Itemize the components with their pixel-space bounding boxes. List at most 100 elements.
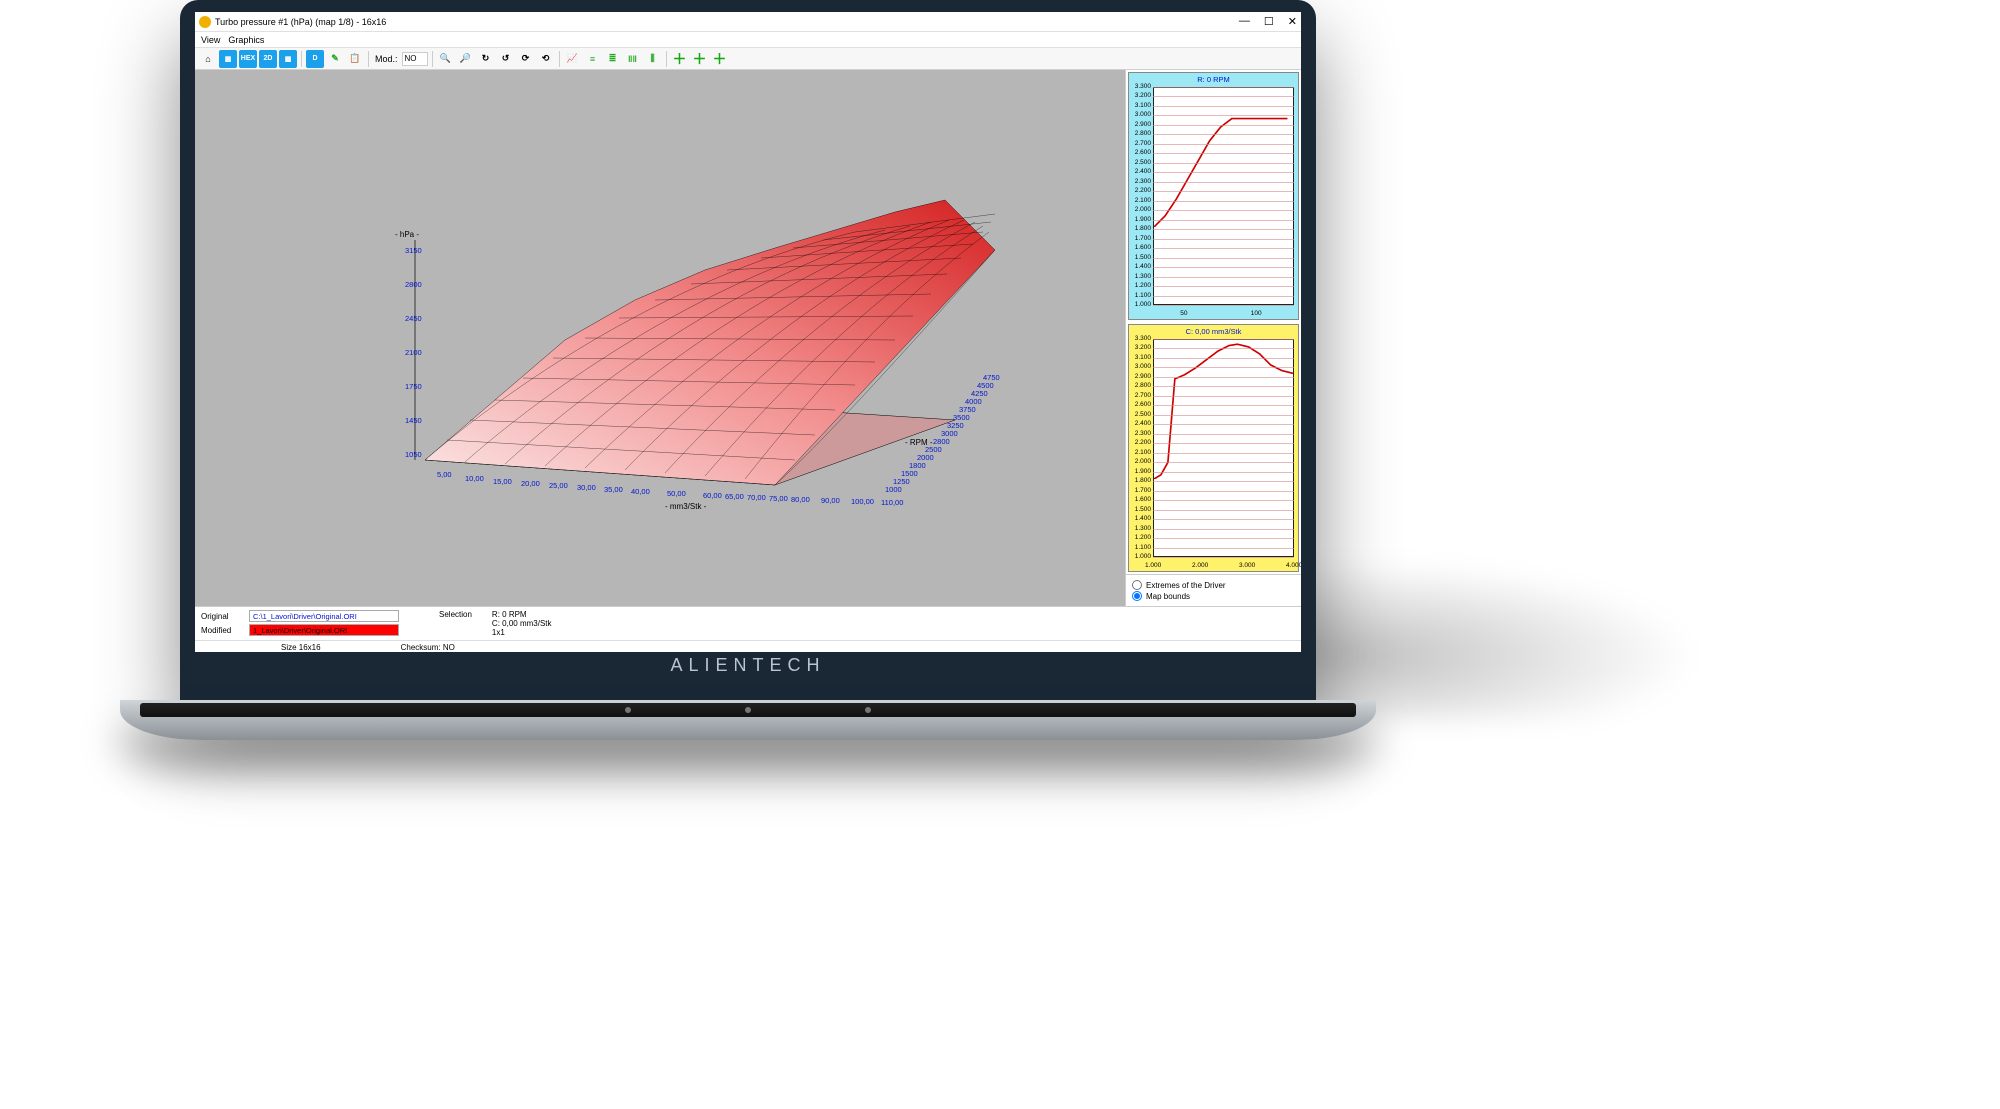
add-row-icon[interactable]: ＋ (691, 50, 709, 68)
mini-y-tick: 2.300 (1131, 430, 1151, 437)
columns-icon[interactable]: ‖‖ (624, 50, 642, 68)
z-tick: 2450 (405, 314, 422, 323)
zoom-out-icon[interactable]: 🔎 (457, 50, 475, 68)
mini-y-tick: 2.100 (1131, 197, 1151, 204)
rows-icon[interactable]: ⫼ (644, 50, 662, 68)
mini-y-tick: 3.100 (1131, 102, 1151, 109)
screen: Turbo pressure #1 (hPa) (map 1/8) - 16x1… (195, 12, 1301, 652)
mini-chart-c[interactable]: C: 0,00 mm3/Stk 3.3003.2003.1003.0002.90… (1128, 324, 1299, 572)
minimize-button[interactable]: — (1239, 15, 1250, 28)
y-tick: 3500 (953, 413, 970, 422)
menu-graphics[interactable]: Graphics (228, 35, 264, 45)
mini-y-tick: 2.400 (1131, 168, 1151, 175)
original-path[interactable]: C:\1_Lavori\Driver\Original.ORI (249, 610, 399, 622)
add-point-icon[interactable]: ＋ (671, 50, 689, 68)
clipboard-icon[interactable]: 📋 (346, 50, 364, 68)
x-tick: 5,00 (437, 470, 452, 479)
view-hex-button[interactable]: HEX (239, 50, 257, 68)
app-icon (199, 16, 211, 28)
mini-y-tick: 2.100 (1131, 449, 1151, 456)
mini-y-tick: 2.900 (1131, 121, 1151, 128)
mini-y-tick: 1.500 (1131, 254, 1151, 261)
edit-pencil-icon[interactable]: ✎ (326, 50, 344, 68)
mini-y-tick: 1.000 (1131, 301, 1151, 308)
mini-y-tick: 1.500 (1131, 506, 1151, 513)
zoom-in-icon[interactable]: 🔍 (437, 50, 455, 68)
original-label: Original (201, 612, 245, 621)
radio-map-bounds-input[interactable] (1132, 591, 1142, 601)
mini-y-tick: 2.800 (1131, 382, 1151, 389)
mini-y-tick: 2.000 (1131, 458, 1151, 465)
mini-y-tick: 1.300 (1131, 525, 1151, 532)
view-2d-button[interactable]: 2D (259, 50, 277, 68)
home-icon[interactable]: ⌂ (199, 50, 217, 68)
z-tick: 2800 (405, 280, 422, 289)
y-tick: 4750 (983, 373, 1000, 382)
radio-extremes-input[interactable] (1132, 580, 1142, 590)
trend-icon[interactable]: 📈 (564, 50, 582, 68)
data-d-button[interactable]: D (306, 50, 324, 68)
x-tick: 80,00 (791, 495, 810, 504)
x-tick: 75,00 (769, 494, 788, 503)
3d-viewport[interactable]: - hPa - - mm3/Stk - - RPM - 3150 2800 24… (195, 70, 1125, 606)
bottom-panel: Original C:\1_Lavori\Driver\Original.ORI… (195, 606, 1301, 652)
mini-y-tick: 2.500 (1131, 411, 1151, 418)
radio-map-bounds-label: Map bounds (1146, 592, 1190, 601)
mini-y-tick: 1.600 (1131, 244, 1151, 251)
mini-y-tick: 2.500 (1131, 159, 1151, 166)
laptop-brand: ALIENTECH (180, 655, 1316, 676)
y-tick: 4000 (965, 397, 982, 406)
mini-y-tick: 2.700 (1131, 392, 1151, 399)
mini-y-tick: 2.200 (1131, 439, 1151, 446)
mini-y-tick: 3.200 (1131, 344, 1151, 351)
mini-y-tick: 1.300 (1131, 273, 1151, 280)
mini-y-tick: 1.800 (1131, 225, 1151, 232)
mini-y-tick: 2.400 (1131, 420, 1151, 427)
x-tick: 60,00 (703, 491, 722, 500)
bounds-radio-group: Extremes of the Driver Map bounds (1126, 574, 1301, 606)
z-tick: 1750 (405, 382, 422, 391)
rotate-ccw-icon[interactable]: ↺ (497, 50, 515, 68)
tilt-up-icon[interactable]: ⟳ (517, 50, 535, 68)
selection-range: 1x1 (492, 628, 552, 637)
radio-extremes-label: Extremes of the Driver (1146, 581, 1226, 590)
y-tick: 2500 (925, 445, 942, 454)
mini-y-tick: 3.000 (1131, 111, 1151, 118)
mod-label: Mod.: (375, 54, 398, 64)
x-tick: 25,00 (549, 481, 568, 490)
mini-y-tick: 2.700 (1131, 140, 1151, 147)
mod-field[interactable] (402, 52, 428, 66)
mini-y-tick: 3.300 (1131, 83, 1151, 90)
maximize-button[interactable]: ☐ (1264, 15, 1274, 28)
rotate-cw-icon[interactable]: ↻ (477, 50, 495, 68)
mini-chart-r-title: R: 0 RPM (1129, 73, 1298, 86)
x-tick: 40,00 (631, 487, 650, 496)
z-axis-label: - hPa - (395, 230, 419, 239)
view-3d-button[interactable]: ▩ (279, 50, 297, 68)
x-tick: 15,00 (493, 477, 512, 486)
view-table-button[interactable]: ▦ (219, 50, 237, 68)
close-button[interactable]: ✕ (1288, 15, 1297, 28)
mini-y-tick: 1.900 (1131, 468, 1151, 475)
add-col-icon[interactable]: ＋ (711, 50, 729, 68)
radio-map-bounds[interactable]: Map bounds (1132, 591, 1295, 601)
mini-y-tick: 1.900 (1131, 216, 1151, 223)
modified-label: Modified (201, 626, 245, 635)
tilt-down-icon[interactable]: ⟲ (537, 50, 555, 68)
mini-y-tick: 1.000 (1131, 553, 1151, 560)
x-tick: 20,00 (521, 479, 540, 488)
y-tick: 1250 (893, 477, 910, 486)
radio-extremes[interactable]: Extremes of the Driver (1132, 580, 1295, 590)
menu-view[interactable]: View (201, 35, 220, 45)
align-right-icon[interactable]: ≣ (604, 50, 622, 68)
mini-y-tick: 2.600 (1131, 401, 1151, 408)
mini-y-tick: 1.100 (1131, 544, 1151, 551)
align-left-icon[interactable]: ≡ (584, 50, 602, 68)
modified-path[interactable]: 1_Lavori\Driver\Original.ORI (249, 624, 399, 636)
mini-x-tick: 100 (1251, 310, 1262, 317)
x-tick: 35,00 (604, 485, 623, 494)
mini-y-tick: 2.900 (1131, 373, 1151, 380)
mini-chart-r[interactable]: R: 0 RPM 3.3003.2003.1003.0002.9002.8002… (1128, 72, 1299, 320)
mini-y-tick: 1.100 (1131, 292, 1151, 299)
window-titlebar: Turbo pressure #1 (hPa) (map 1/8) - 16x1… (195, 12, 1301, 32)
